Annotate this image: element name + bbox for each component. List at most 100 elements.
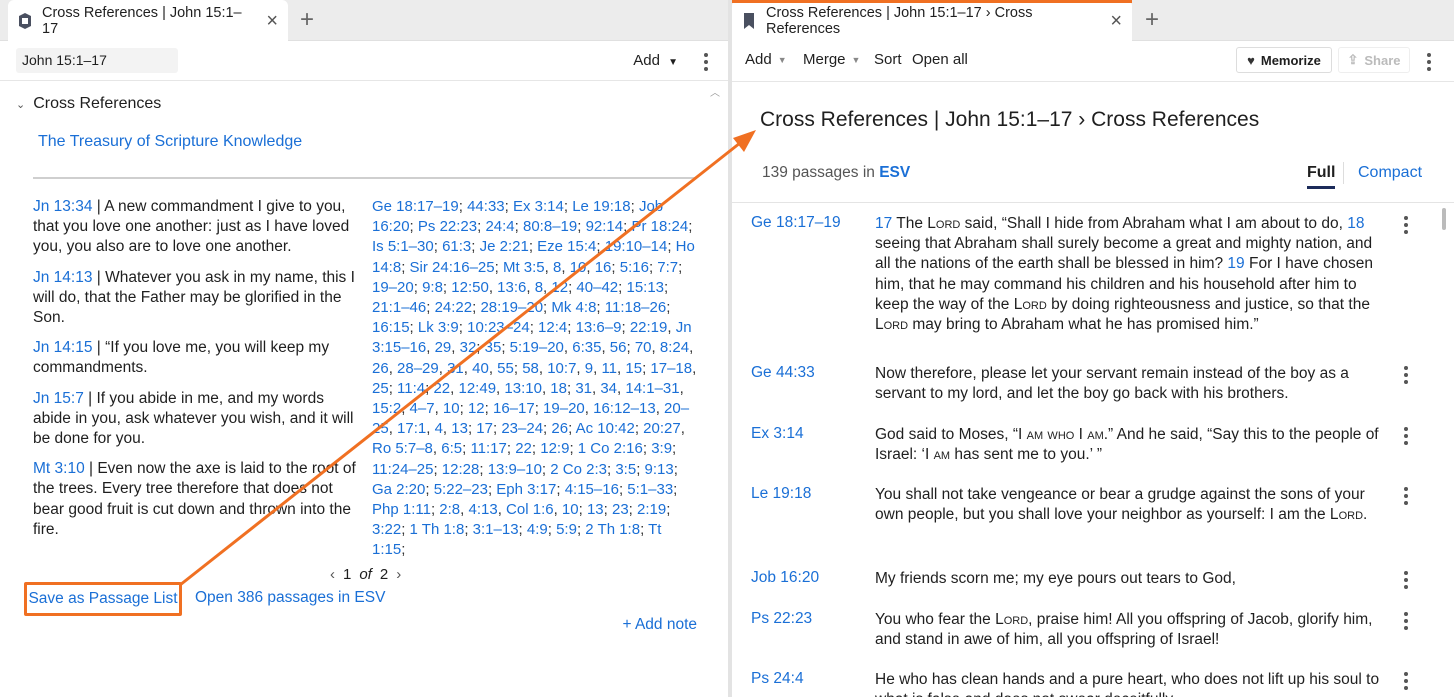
cross-ref-link[interactable]: 6:35 <box>572 339 601 356</box>
cross-ref-link[interactable]: 17:1 <box>397 420 426 437</box>
passage-ref-link[interactable]: Ex 3:14 <box>751 425 804 443</box>
cross-ref-link[interactable]: 21:1–46 <box>372 299 426 316</box>
verse-ref-link[interactable]: Mt 3:10 <box>33 460 85 477</box>
cross-ref-link[interactable]: 15:13 <box>626 279 664 296</box>
cross-ref-link[interactable]: Ro 5:7–8 <box>372 440 433 457</box>
cross-ref-link[interactable]: 12:49 <box>459 380 497 397</box>
cross-ref-link[interactable]: 26 <box>551 420 568 437</box>
kebab-menu-icon[interactable] <box>1399 366 1413 384</box>
cross-ref-link[interactable]: 12:50 <box>451 279 489 296</box>
cross-ref-link[interactable]: 19–20 <box>543 400 585 417</box>
verse-ref-link[interactable]: Jn 14:13 <box>33 269 92 286</box>
cross-ref-link[interactable]: 61:3 <box>442 238 471 255</box>
cross-ref-link[interactable]: 11:18–26 <box>605 299 666 316</box>
cross-ref-link[interactable]: 92:14 <box>586 218 624 235</box>
cross-ref-link[interactable]: Ex 3:14 <box>513 198 564 215</box>
cross-ref-link[interactable]: 29 <box>435 339 452 356</box>
reference-input[interactable]: John 15:1–17 <box>16 48 178 73</box>
chevron-left-icon[interactable]: ‹ <box>330 566 335 583</box>
verse-ref-link[interactable]: Jn 15:7 <box>33 390 84 407</box>
cross-ref-link[interactable]: 56 <box>610 339 627 356</box>
cross-ref-link[interactable]: Je 2:21 <box>480 238 529 255</box>
cross-ref-link[interactable]: 10 <box>443 400 460 417</box>
cross-ref-link[interactable]: 22 <box>433 380 450 397</box>
cross-ref-link[interactable]: 6:5 <box>441 440 462 457</box>
tab-passage-list[interactable]: Cross References | John 15:1–17 › Cross … <box>732 0 1132 41</box>
merge-menu[interactable]: Merge ▼ <box>803 51 860 68</box>
cross-ref-link[interactable]: 25 <box>372 380 389 397</box>
scrollbar[interactable] <box>1442 208 1446 230</box>
cross-ref-link[interactable]: 4 <box>435 420 443 437</box>
cross-ref-link[interactable]: 7:7 <box>657 259 678 276</box>
cross-ref-link[interactable]: Ac 10:42 <box>576 420 635 437</box>
cross-ref-link[interactable]: 9:8 <box>422 279 443 296</box>
memorize-button[interactable]: ♥ Memorize <box>1236 47 1332 73</box>
cross-ref-link[interactable]: 80:8–19 <box>523 218 577 235</box>
tab-cross-references[interactable]: Cross References | John 15:1–17 × <box>8 0 288 41</box>
cross-ref-link[interactable]: 5:16 <box>620 259 649 276</box>
cross-ref-link[interactable]: 16 <box>595 259 612 276</box>
cross-ref-link[interactable]: 8 <box>535 279 543 296</box>
kebab-menu-icon[interactable] <box>1399 487 1413 505</box>
cross-ref-link[interactable]: 5:9 <box>556 521 577 538</box>
cross-ref-link[interactable]: 22:19 <box>630 319 668 336</box>
cross-ref-link[interactable]: Lk 3:9 <box>418 319 459 336</box>
kebab-menu-icon[interactable] <box>1399 427 1413 445</box>
verse-ref-link[interactable]: Jn 13:34 <box>33 198 92 215</box>
add-note-link[interactable]: + Add note <box>622 616 697 634</box>
cross-ref-link[interactable]: 13:9–10 <box>488 461 542 478</box>
cross-ref-link[interactable]: 3:1–13 <box>473 521 519 538</box>
cross-ref-link[interactable]: Le 19:18 <box>572 198 630 215</box>
share-button[interactable]: ⇪ Share <box>1338 47 1410 73</box>
cross-ref-link[interactable]: Ga 2:20 <box>372 481 425 498</box>
cross-ref-link[interactable]: 1 Co 2:16 <box>578 440 643 457</box>
kebab-menu-icon[interactable] <box>1422 53 1436 71</box>
version-link[interactable]: ESV <box>879 164 910 181</box>
cross-ref-link[interactable]: 4:15–16 <box>565 481 619 498</box>
open-passages-link[interactable]: Open 386 passages in ESV <box>195 589 385 607</box>
cross-ref-link[interactable]: 5:22–23 <box>434 481 488 498</box>
cross-ref-link[interactable]: 9:13 <box>645 461 674 478</box>
cross-ref-link[interactable]: 15 <box>625 360 642 377</box>
cross-ref-link[interactable]: Col 1:6 <box>506 501 554 518</box>
cross-ref-link[interactable]: 32 <box>460 339 477 356</box>
cross-ref-link[interactable]: Sir 24:16–25 <box>410 259 495 276</box>
kebab-menu-icon[interactable] <box>1399 571 1413 589</box>
kebab-menu-icon[interactable] <box>1399 612 1413 630</box>
cross-ref-link[interactable]: 1 Th 1:8 <box>410 521 465 538</box>
cross-ref-link[interactable]: 5:1–33 <box>627 481 673 498</box>
view-full-tab[interactable]: Full <box>1307 164 1336 189</box>
cross-ref-link[interactable]: 24:4 <box>485 218 514 235</box>
cross-ref-link[interactable]: 8:24 <box>660 339 689 356</box>
cross-ref-link[interactable]: 13:10 <box>504 380 542 397</box>
kebab-menu-icon[interactable] <box>1399 216 1413 234</box>
cross-ref-link[interactable]: 40 <box>472 360 489 377</box>
cross-ref-link[interactable]: 13 <box>587 501 604 518</box>
cross-ref-link[interactable]: Php 1:11 <box>372 501 431 518</box>
cross-ref-link[interactable]: 11:4 <box>397 380 425 397</box>
cross-ref-link[interactable]: 4:9 <box>527 521 548 538</box>
open-all-button[interactable]: Open all <box>912 51 968 68</box>
passage-ref-link[interactable]: Ge 18:17–19 <box>751 214 841 232</box>
cross-ref-link[interactable]: 3:22 <box>372 521 401 538</box>
close-icon[interactable]: × <box>1110 11 1122 31</box>
resource-link[interactable]: The Treasury of Scripture Knowledge <box>38 133 302 151</box>
cross-ref-link[interactable]: 20:27 <box>643 420 681 437</box>
cross-ref-link[interactable]: 31 <box>575 380 592 397</box>
cross-ref-link[interactable]: 13:6 <box>497 279 526 296</box>
cross-ref-link[interactable]: Mk 4:8 <box>551 299 596 316</box>
cross-ref-link[interactable]: 3:5 <box>615 461 636 478</box>
cross-ref-link[interactable]: 22 <box>515 440 532 457</box>
cross-ref-link[interactable]: 19–20 <box>372 279 414 296</box>
cross-ref-link[interactable]: 17 <box>476 420 493 437</box>
cross-ref-link[interactable]: 11:24–25 <box>372 461 433 478</box>
cross-ref-link[interactable]: 9 <box>585 360 593 377</box>
cross-ref-link[interactable]: 10:23–24 <box>467 319 530 336</box>
cross-ref-link[interactable]: 28:19–20 <box>480 299 543 316</box>
save-as-passage-list-button[interactable]: Save as Passage List <box>24 582 182 616</box>
plus-icon[interactable]: + <box>1145 8 1159 32</box>
cross-ref-link[interactable]: Eze 15:4 <box>537 238 596 255</box>
verse-ref-link[interactable]: Jn 14:15 <box>33 339 92 356</box>
cross-ref-link[interactable]: Pr 18:24 <box>631 218 688 235</box>
cross-ref-link[interactable]: Is 5:1–30 <box>372 238 434 255</box>
